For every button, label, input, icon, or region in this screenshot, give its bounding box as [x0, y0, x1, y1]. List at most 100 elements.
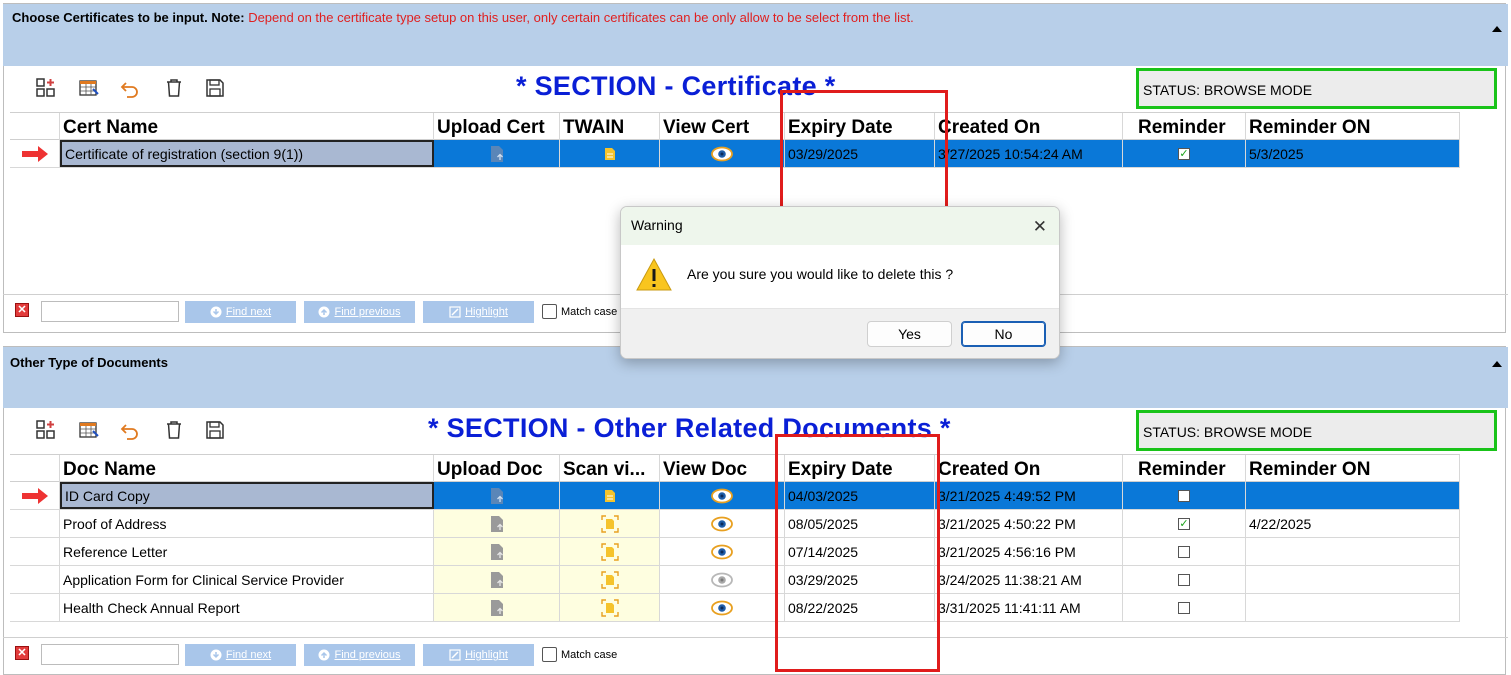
view-cell[interactable]	[660, 482, 785, 509]
close-find-icon[interactable]: ✕	[15, 303, 29, 317]
docs-col-upload[interactable]: Upload Doc	[434, 455, 560, 482]
scan-cell[interactable]	[560, 594, 660, 621]
delete-icon[interactable]	[162, 76, 186, 100]
scan-cell[interactable]	[560, 538, 660, 565]
match-case-checkbox[interactable]	[542, 304, 557, 319]
reminder-cell[interactable]	[1123, 594, 1246, 621]
match-case-toggle[interactable]: Match case	[542, 647, 617, 662]
add-icon[interactable]	[34, 418, 58, 442]
docs-col-view[interactable]: View Doc	[660, 455, 785, 482]
table-row[interactable]: Certificate of registration (section 9(1…	[10, 140, 1460, 168]
yes-button[interactable]: Yes	[867, 321, 952, 347]
scan-cell[interactable]	[560, 482, 660, 509]
cert-col-reminder[interactable]: Reminder	[1123, 113, 1246, 140]
current-row-arrow-icon	[21, 145, 48, 162]
arrow-down-circle-icon	[210, 306, 222, 318]
upload-icon	[490, 571, 503, 588]
table-row[interactable]: Reference Letter 07/14/2025 3/21/2025 4:…	[10, 538, 1460, 566]
scan-cell[interactable]	[560, 566, 660, 593]
delete-icon[interactable]	[162, 418, 186, 442]
cert-name-cell[interactable]: Certificate of registration (section 9(1…	[60, 140, 434, 167]
table-row[interactable]: Application Form for Clinical Service Pr…	[10, 566, 1460, 594]
reminder-cell[interactable]	[1123, 566, 1246, 593]
eye-icon	[711, 146, 733, 161]
find-next-button[interactable]: Find next	[185, 301, 296, 323]
docs-col-scan[interactable]: Scan vi...	[560, 455, 660, 482]
reminder-cell[interactable]	[1123, 482, 1246, 509]
reminder-cell[interactable]: ✓	[1123, 140, 1246, 167]
upload-cell[interactable]	[434, 482, 560, 509]
find-next-button[interactable]: Find next	[185, 644, 296, 666]
edit-grid-icon[interactable]	[77, 418, 101, 442]
undo-icon[interactable]	[118, 76, 142, 100]
cert-col-name[interactable]: Cert Name	[60, 113, 434, 140]
view-cell[interactable]	[660, 510, 785, 537]
reminder-checkbox[interactable]	[1178, 573, 1190, 586]
cert-panel-collapse-icon[interactable]	[1492, 26, 1502, 32]
table-row[interactable]: Proof of Address 08/05/2025 3/21/2025 4:…	[10, 510, 1460, 538]
reminder-checkbox[interactable]	[1178, 545, 1190, 558]
no-button[interactable]: No	[961, 321, 1046, 347]
doc-name-cell[interactable]: Reference Letter	[60, 538, 434, 565]
scan-document-icon	[604, 147, 615, 160]
doc-name-cell[interactable]: Health Check Annual Report	[60, 594, 434, 621]
cert-col-created[interactable]: Created On	[935, 113, 1123, 140]
close-icon[interactable]: ✕	[1033, 217, 1047, 237]
cert-col-twain[interactable]: TWAIN	[560, 113, 660, 140]
doc-name-cell[interactable]: Proof of Address	[60, 510, 434, 537]
view-cell[interactable]	[660, 538, 785, 565]
highlight-icon	[449, 306, 461, 318]
table-row[interactable]: ID Card Copy 04/03/2025 3/21/2025 4:49:5…	[10, 482, 1460, 510]
docs-col-reminder-on[interactable]: Reminder ON	[1246, 455, 1460, 482]
reminder-checkbox[interactable]	[1178, 601, 1190, 614]
cert-col-reminder-on[interactable]: Reminder ON	[1246, 113, 1460, 140]
scan-cell[interactable]	[560, 510, 660, 537]
eye-icon	[711, 544, 733, 559]
reminder-checkbox-checked[interactable]: ✓	[1178, 147, 1190, 160]
reminder-checkbox[interactable]	[1178, 489, 1190, 502]
view-cell[interactable]	[660, 566, 785, 593]
add-icon[interactable]	[34, 76, 58, 100]
doc-name-cell[interactable]: ID Card Copy	[60, 482, 434, 509]
doc-name-cell[interactable]: Application Form for Clinical Service Pr…	[60, 566, 434, 593]
view-cell[interactable]	[660, 594, 785, 621]
close-find-icon[interactable]: ✕	[15, 646, 29, 660]
created-cell: 3/21/2025 4:56:16 PM	[935, 538, 1123, 565]
view-cell[interactable]	[660, 140, 785, 167]
edit-grid-icon[interactable]	[77, 76, 101, 100]
find-previous-button[interactable]: Find previous	[304, 301, 415, 323]
twain-cell[interactable]	[560, 140, 660, 167]
undo-icon[interactable]	[118, 418, 142, 442]
upload-cell[interactable]	[434, 594, 560, 621]
upload-cell[interactable]	[434, 140, 560, 167]
cert-col-upload[interactable]: Upload Cert	[434, 113, 560, 140]
created-cell: 3/21/2025 4:50:22 PM	[935, 510, 1123, 537]
upload-cell[interactable]	[434, 538, 560, 565]
save-icon[interactable]	[203, 418, 227, 442]
reminder-cell[interactable]: ✓	[1123, 510, 1246, 537]
cert-grid-header: Cert Name Upload Cert TWAIN View Cert Ex…	[10, 112, 1460, 140]
highlight-button[interactable]: Highlight	[423, 644, 534, 666]
cert-col-view[interactable]: View Cert	[660, 113, 785, 140]
table-row[interactable]: Health Check Annual Report 08/22/2025 3/…	[10, 594, 1460, 622]
upload-cell[interactable]	[434, 510, 560, 537]
eye-icon	[711, 600, 733, 615]
docs-col-indicator	[10, 455, 60, 482]
reminder-cell[interactable]	[1123, 538, 1246, 565]
docs-panel-collapse-icon[interactable]	[1492, 361, 1502, 367]
upload-cell[interactable]	[434, 566, 560, 593]
reminder-checkbox-checked[interactable]: ✓	[1178, 517, 1190, 530]
docs-col-created[interactable]: Created On	[935, 455, 1123, 482]
highlight-button[interactable]: Highlight	[423, 301, 534, 323]
warning-dialog: Warning ✕ Are you sure you would like to…	[620, 206, 1060, 359]
find-previous-button[interactable]: Find previous	[304, 644, 415, 666]
docs-col-reminder[interactable]: Reminder	[1123, 455, 1246, 482]
docs-status-box: STATUS: BROWSE MODE	[1136, 410, 1497, 451]
cert-find-input[interactable]	[41, 301, 179, 322]
docs-grid: Doc Name Upload Doc Scan vi... View Doc …	[10, 454, 1500, 639]
save-icon[interactable]	[203, 76, 227, 100]
docs-find-input[interactable]	[41, 644, 179, 665]
match-case-toggle[interactable]: Match case	[542, 304, 617, 319]
match-case-checkbox[interactable]	[542, 647, 557, 662]
docs-col-name[interactable]: Doc Name	[60, 455, 434, 482]
